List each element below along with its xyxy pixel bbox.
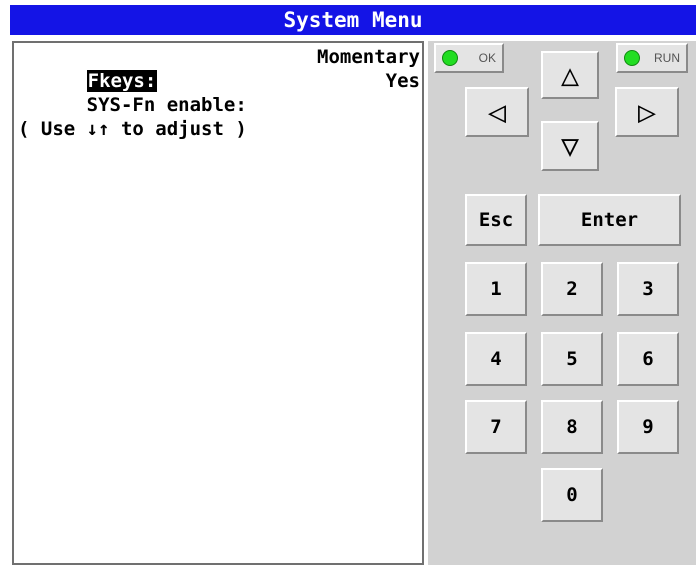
- left-arrow-icon: ◁: [487, 94, 507, 130]
- enter-button[interactable]: Enter: [538, 194, 681, 246]
- key-8-button[interactable]: 8: [541, 400, 603, 454]
- run-label: RUN: [654, 51, 680, 65]
- ok-led-icon: [442, 50, 458, 66]
- key-3-button[interactable]: 3: [617, 262, 679, 316]
- down-arrow-button[interactable]: ▽: [541, 121, 599, 171]
- key-1-button[interactable]: 1: [465, 262, 527, 316]
- sysfn-value: Yes: [385, 70, 420, 92]
- left-arrow-button[interactable]: ◁: [465, 87, 529, 137]
- display-screen: Fkeys: Momentary SYS-Fn enable: Yes ( Us…: [12, 41, 424, 565]
- ok-indicator: OK: [434, 43, 504, 73]
- sysfn-row[interactable]: SYS-Fn enable: Yes: [18, 69, 420, 116]
- key-2-button[interactable]: 2: [541, 262, 603, 316]
- ok-label: OK: [478, 51, 496, 65]
- up-arrow-icon: △: [560, 57, 580, 93]
- fkeys-row[interactable]: Fkeys: Momentary: [18, 45, 420, 92]
- run-led-icon: [624, 50, 640, 66]
- esc-button[interactable]: Esc: [465, 194, 527, 246]
- window-title: System Menu: [10, 5, 696, 35]
- right-arrow-icon: ▷: [637, 94, 657, 130]
- keypad-panel: OK RUN △ ◁ ▷ ▽ Esc Enter 1 2 3 4 5 6 7 8…: [428, 41, 696, 565]
- run-indicator: RUN: [616, 43, 688, 73]
- right-arrow-button[interactable]: ▷: [615, 87, 679, 137]
- sysfn-label: SYS-Fn enable:: [86, 94, 247, 116]
- down-arrow-icon: ▽: [560, 128, 580, 164]
- adjust-hint: ( Use ↓↑ to adjust ): [18, 118, 247, 140]
- key-4-button[interactable]: 4: [465, 332, 527, 386]
- system-menu-window: System Menu Fkeys: Momentary SYS-Fn enab…: [10, 5, 696, 565]
- key-7-button[interactable]: 7: [465, 400, 527, 454]
- key-5-button[interactable]: 5: [541, 332, 603, 386]
- fkeys-value: Momentary: [317, 46, 420, 68]
- key-0-button[interactable]: 0: [541, 468, 603, 522]
- key-9-button[interactable]: 9: [617, 400, 679, 454]
- key-6-button[interactable]: 6: [617, 332, 679, 386]
- up-arrow-button[interactable]: △: [541, 51, 599, 99]
